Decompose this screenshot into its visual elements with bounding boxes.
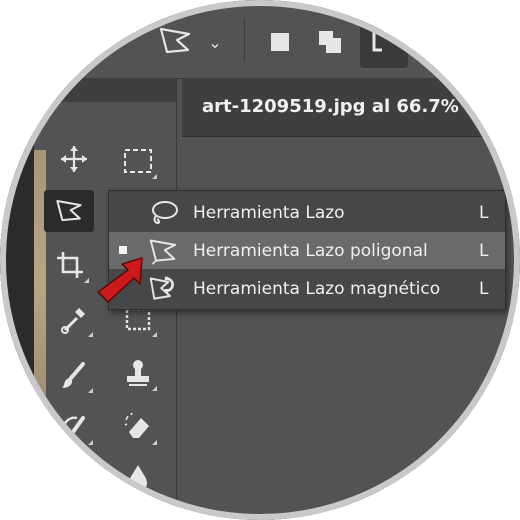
brush-icon[interactable] (52, 354, 96, 396)
clone-stamp-icon[interactable] (116, 352, 160, 394)
shortcut-key: L (479, 279, 489, 299)
shortcut-key: L (479, 203, 489, 223)
history-brush-icon[interactable] (52, 406, 96, 448)
pointer-arrow-icon (97, 257, 143, 303)
flyout-item-label: Herramienta Lazo magnético (193, 279, 441, 299)
flyout-item-label: Herramienta Lazo (193, 203, 345, 223)
blur-icon[interactable] (116, 456, 160, 498)
tools-panel-header (46, 78, 176, 102)
eyedropper-icon[interactable] (52, 298, 96, 340)
options-bar: ⌄ (0, 0, 520, 79)
flyout-item-label: Herramienta Lazo poligonal (193, 241, 428, 261)
shortcut-key: L (479, 241, 489, 261)
crop-icon[interactable] (48, 244, 92, 286)
polygonal-lasso-icon[interactable] (150, 20, 200, 62)
move-icon[interactable] (52, 138, 96, 180)
chevron-down-icon[interactable]: ⌄ (204, 28, 226, 56)
new-selection-icon[interactable] (262, 24, 298, 60)
lasso-tools-flyout: Herramienta Lazo L Herramienta Lazo poli… (108, 190, 506, 310)
zoom-lens: ⌄ art-1209519.jpg al 66.7% Herramienta L… (0, 0, 520, 520)
subtract-from-selection-icon[interactable] (360, 16, 408, 68)
eraser-icon[interactable] (116, 406, 160, 448)
document-title: art-1209519.jpg al 66.7% (202, 96, 459, 117)
flyout-item-lasso[interactable]: Herramienta Lazo L (109, 194, 505, 231)
document-tab[interactable]: art-1209519.jpg al 66.7% (182, 78, 520, 137)
flyout-item-polygonal-lasso[interactable]: Herramienta Lazo poligonal L (109, 232, 505, 269)
flyout-item-magnetic-lasso[interactable]: Herramienta Lazo magnético L (109, 270, 505, 307)
lasso-icon (147, 198, 179, 228)
rectangular-marquee-icon[interactable] (116, 140, 160, 182)
add-to-selection-icon[interactable] (312, 24, 348, 60)
dodge-icon[interactable] (52, 456, 96, 498)
canvas-edge (0, 78, 34, 520)
polygonal-lasso-icon[interactable] (44, 190, 94, 232)
toolbar-divider (244, 18, 245, 62)
